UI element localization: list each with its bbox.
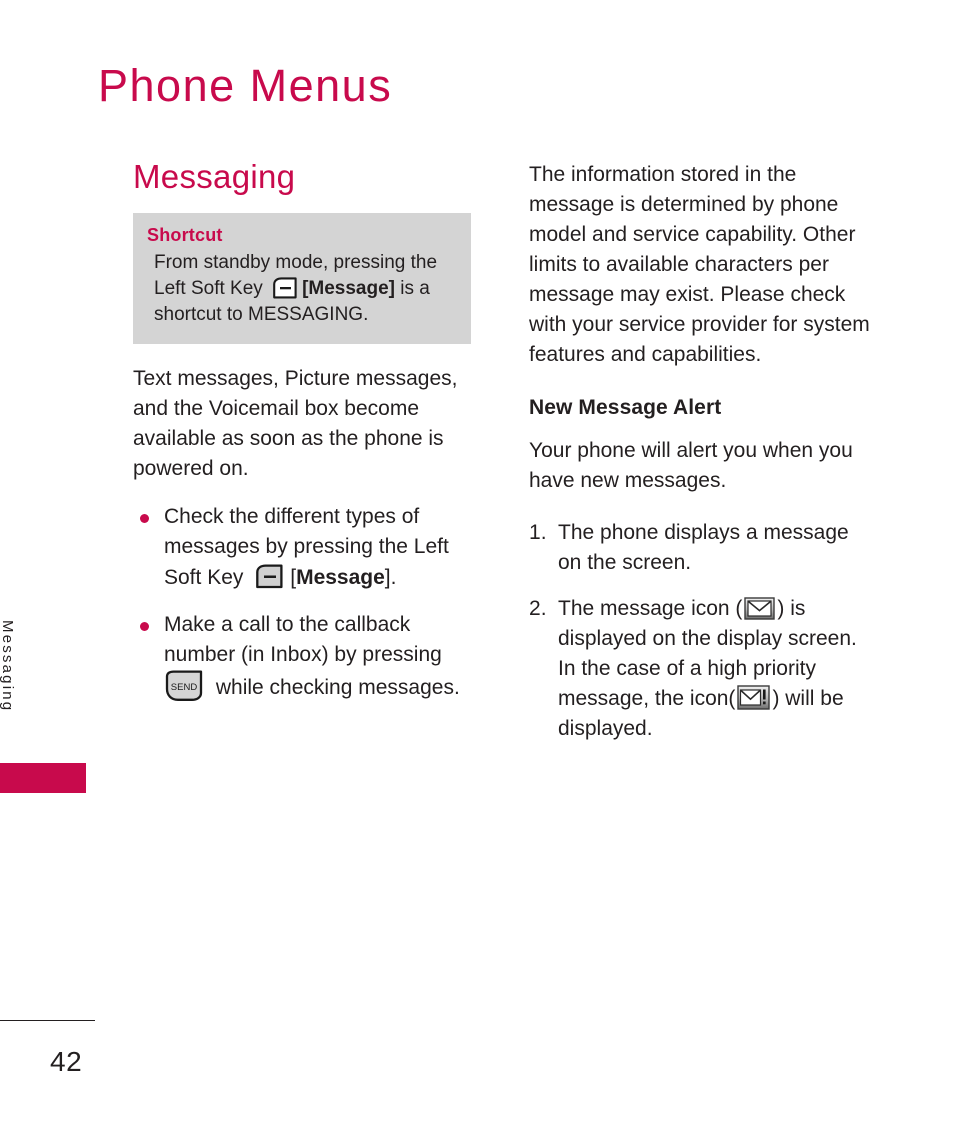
bullet-2-text-part2: while checking messages. [215, 676, 460, 700]
shortcut-body-text: From standby mode, pressing the Left Sof… [154, 250, 457, 328]
send-key-icon: SEND [164, 670, 204, 702]
step-1-text: The phone displays a message on the scre… [558, 521, 849, 575]
shortcut-text-message-bold: [Message] [302, 278, 395, 300]
side-tab: Messaging [0, 600, 86, 800]
step-2-text-part1: The message icon ( [558, 597, 743, 621]
left-soft-key-icon [272, 277, 298, 299]
list-item: Make a call to the callback number (in I… [133, 610, 481, 704]
new-message-alert-steps: The phone displays a message on the scre… [529, 518, 877, 744]
footer-divider [0, 1020, 95, 1021]
shortcut-callout-box: Shortcut From standby mode, pressing the… [133, 213, 471, 345]
capability-paragraph: The information stored in the message is… [529, 163, 870, 367]
right-column: The information stored in the message is… [529, 160, 877, 760]
left-soft-key-icon [255, 564, 284, 589]
section-title-messaging: Messaging [133, 158, 296, 195]
page-number: 42 [50, 1046, 83, 1077]
sub-heading-new-message-alert: New Message Alert [529, 396, 722, 420]
page-title: Phone Menus [98, 60, 393, 111]
envelope-icon [744, 597, 776, 620]
shortcut-heading: Shortcut [147, 225, 223, 245]
list-item: Check the different types of messages by… [133, 502, 481, 593]
bullet-1-message-bold: Message [296, 565, 385, 589]
list-item: The message icon ( ) is displayed on the… [529, 594, 877, 744]
side-tab-color-block [0, 763, 86, 793]
intro-paragraph: Text messages, Picture messages, and the… [133, 367, 458, 481]
bullet-1-bracket-close: ]. [384, 565, 397, 589]
bullet-2-text-part1: Make a call to the callback number (in I… [164, 612, 442, 667]
envelope-priority-icon [737, 685, 771, 710]
list-item: The phone displays a message on the scre… [529, 518, 877, 578]
left-column: Messaging Shortcut From standby mode, pr… [133, 160, 481, 721]
alert-paragraph: Your phone will alert you when you have … [529, 439, 853, 493]
messaging-bullet-list: Check the different types of messages by… [133, 502, 481, 703]
svg-text:SEND: SEND [171, 682, 198, 693]
side-tab-label: Messaging [0, 620, 16, 713]
